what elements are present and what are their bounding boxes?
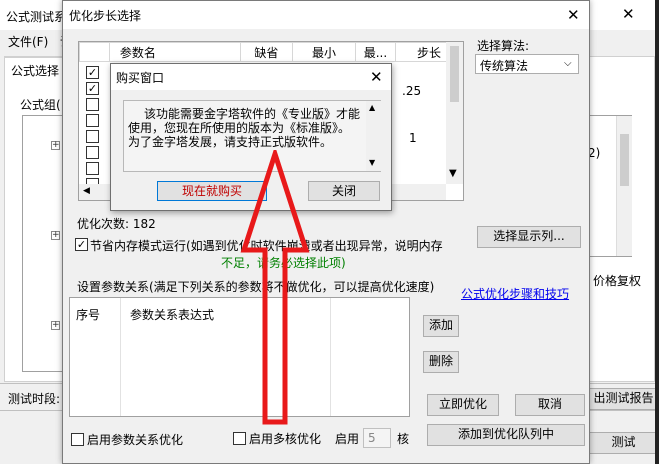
annotation-arrow (240, 150, 310, 425)
opt-count: 优化次数: 182 (77, 217, 156, 231)
algorithm-select[interactable]: 传统算法 ⌵ (475, 54, 579, 74)
memory-mode-checkbox[interactable]: ✓ (75, 238, 88, 251)
right-scrollbar[interactable] (616, 116, 632, 256)
step-cell: .25 (402, 84, 422, 98)
add-to-queue-button[interactable]: 添加到优化队列中 (427, 424, 585, 446)
col-max[interactable]: 最... (354, 42, 397, 62)
select-display-columns-label: 选择显示列... (493, 229, 565, 243)
algorithm-value: 传统算法 (480, 59, 529, 73)
cancel-button[interactable]: 取消 (515, 394, 585, 416)
core-unit-label: 核 (397, 432, 410, 446)
right-list-box: 2) (584, 115, 632, 257)
row-checkbox[interactable] (86, 130, 99, 143)
step-cell: 1 (409, 131, 417, 145)
enable-relation-checkbox[interactable] (71, 433, 84, 446)
col-default[interactable]: 缺省 (239, 42, 294, 62)
enable-multicore-checkbox[interactable] (233, 432, 246, 445)
period-label: 测试时段: (8, 392, 61, 406)
select-display-columns-button[interactable]: 选择显示列... (477, 226, 581, 248)
col-param-name[interactable]: 参数名 (108, 42, 241, 62)
enable-relation-label: 启用参数关系优化 (87, 433, 184, 447)
run-optimize-button[interactable]: 立即优化 (427, 394, 499, 416)
optimize-title: 优化步长选择 (69, 9, 142, 23)
row-checkbox[interactable] (86, 146, 99, 159)
tab-formula-select[interactable]: 公式选择 (4, 57, 68, 81)
buy-now-label: 现在就购买 (181, 184, 242, 198)
expand-icon[interactable]: + (51, 141, 60, 150)
main-window-title: 公式测试系 (6, 10, 67, 24)
test-report-label: 出测试报告 (593, 391, 654, 405)
price-adjust-label: 价格复权 (593, 274, 642, 288)
col-expression: 参数关系表达式 (130, 308, 215, 322)
scroll-thumb[interactable] (620, 134, 629, 186)
row-checkbox[interactable] (86, 162, 99, 175)
delete-button[interactable]: 删除 (423, 351, 459, 373)
cancel-label: 取消 (537, 397, 562, 411)
optimize-title-bar: 优化步长选择 ✕ (63, 1, 589, 29)
col-index: 序号 (76, 308, 101, 322)
optimize-close-icon[interactable]: ✕ (567, 6, 580, 24)
scroll-down-icon[interactable]: ▼ (449, 168, 457, 179)
buy-title: 购买窗口 (116, 71, 165, 85)
delete-label: 删除 (428, 354, 453, 368)
test-button[interactable]: 测试 (588, 432, 659, 454)
formula-group-label: 公式组( (20, 98, 61, 112)
col-min[interactable]: 最小 (292, 42, 356, 62)
add-button[interactable]: 添加 (423, 315, 459, 337)
col-divider (120, 298, 121, 416)
scroll-up-icon[interactable]: ▲ (369, 103, 375, 112)
expand-icon[interactable]: + (51, 321, 60, 330)
scroll-down-icon[interactable]: ▼ (369, 158, 375, 167)
buy-close-label: 关闭 (331, 184, 356, 198)
main-close-icon[interactable]: ✕ (622, 5, 635, 23)
test-report-button[interactable]: 出测试报告 (588, 388, 659, 410)
row-checkbox[interactable]: ✓ (86, 82, 99, 95)
enable-multicore-label: 启用多核优化 (249, 432, 322, 446)
run-optimize-label: 立即优化 (438, 397, 487, 411)
buy-close-button[interactable]: 关闭 (308, 181, 380, 201)
param-table-vscroll[interactable]: ▼ (446, 42, 463, 184)
row-checkbox[interactable]: ✓ (86, 66, 99, 79)
core-enable-label: 启用 (335, 432, 360, 446)
buy-close-icon[interactable]: ✕ (370, 68, 383, 86)
optimization-tips-link[interactable]: 公式优化步骤和技巧 (461, 285, 569, 302)
chevron-down-icon[interactable]: ⌵ (564, 58, 572, 69)
core-count-value: 5 (368, 431, 376, 445)
scroll-thumb[interactable] (450, 46, 459, 102)
scroll-left-icon[interactable]: ◀ (83, 186, 90, 196)
row-checkbox[interactable] (86, 98, 99, 111)
test-button-label: 测试 (611, 435, 636, 449)
col-divider (330, 298, 331, 416)
tab-label: 公式选择 (11, 64, 60, 78)
buy-message-scrollbar[interactable]: ▲ ▼ (366, 101, 381, 171)
col-check (79, 42, 110, 62)
expand-icon[interactable]: + (51, 231, 60, 240)
right-edge-strip (655, 0, 659, 464)
core-count-input[interactable]: 5 (363, 428, 391, 448)
menu-file[interactable]: 文件(F) (8, 33, 48, 50)
add-label: 添加 (428, 318, 453, 332)
add-to-queue-label: 添加到优化队列中 (457, 427, 554, 441)
row-checkbox[interactable] (86, 114, 99, 127)
param-grid: 参数名 缺省 最小 最... 步长 (79, 42, 463, 62)
buy-message-line3: 为了金字塔发展，请支持正式版软件。 (128, 135, 333, 149)
buy-title-bar: 购买窗口 ✕ (111, 64, 391, 90)
algorithm-label: 选择算法: (477, 39, 530, 53)
